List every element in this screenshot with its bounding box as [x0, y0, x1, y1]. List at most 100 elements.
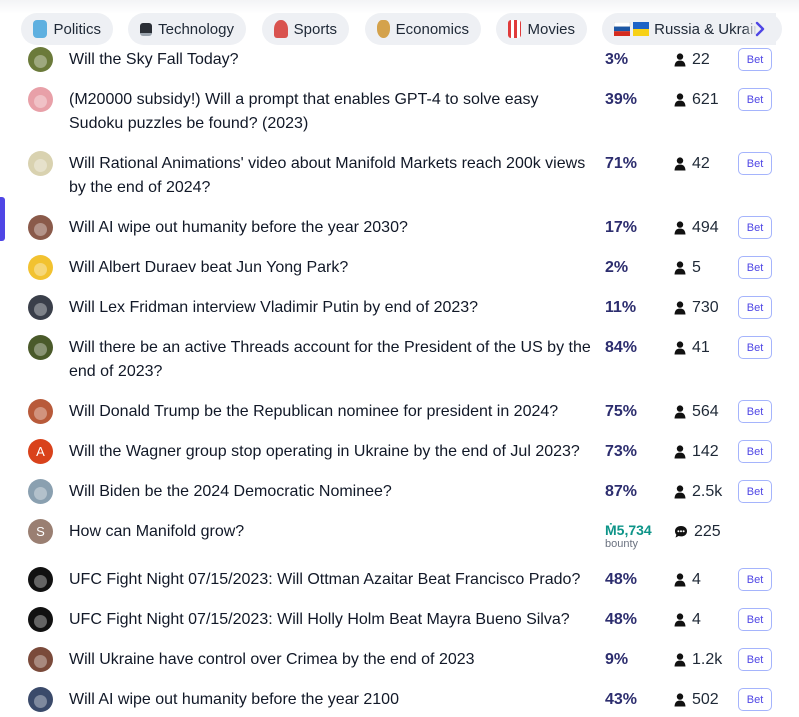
chips-scroll-right-button[interactable] [744, 13, 776, 45]
money-bag-icon [377, 20, 390, 38]
trader-count-value: 4 [692, 571, 701, 588]
bet-button[interactable]: Bet [738, 216, 772, 239]
market-title[interactable]: Will Albert Duraev beat Jun Yong Park? [69, 256, 594, 280]
bet-button[interactable]: Bet [738, 48, 772, 71]
trader-count: 142 [674, 440, 719, 464]
bet-button[interactable]: Bet [738, 648, 772, 671]
chip-technology[interactable]: Technology [128, 13, 246, 45]
market-title[interactable]: Will the Sky Fall Today? [69, 48, 594, 72]
bet-button[interactable]: Bet [738, 440, 772, 463]
chip-sports[interactable]: Sports [262, 13, 349, 45]
trader-count: 5 [674, 256, 701, 280]
person-icon [674, 53, 686, 67]
bounty-amount: Ṁ5,734 bounty [605, 522, 652, 551]
russia-ukraine-flags-icon [614, 20, 649, 38]
bet-button[interactable]: Bet [738, 336, 772, 359]
person-icon [674, 93, 686, 107]
market-title[interactable]: Will Donald Trump be the Republican nomi… [69, 400, 594, 424]
trader-count-value: 22 [692, 51, 710, 68]
active-indicator [0, 197, 5, 241]
creator-avatar[interactable]: S [28, 519, 53, 544]
trader-count-value: 502 [692, 691, 719, 708]
chip-label: Sports [293, 20, 337, 38]
market-title[interactable]: Will Biden be the 2024 Democratic Nomine… [69, 480, 594, 504]
person-icon [674, 157, 686, 171]
creator-avatar[interactable] [28, 607, 53, 632]
creator-avatar[interactable] [28, 255, 53, 280]
market-title[interactable]: Will AI wipe out humanity before the yea… [69, 216, 594, 240]
trader-count: 564 [674, 400, 719, 424]
market-title[interactable]: Will there be an active Threads account … [69, 336, 594, 384]
bet-button[interactable]: Bet [738, 608, 772, 631]
person-icon [674, 485, 686, 499]
person-icon [674, 573, 686, 587]
market-probability: 71% [605, 155, 638, 172]
trader-count-value: 2.5k [692, 483, 723, 500]
market-title[interactable]: (M20000 subsidy!) Will a prompt that ena… [69, 88, 594, 136]
person-icon [674, 221, 686, 235]
market-probability: 43% [605, 691, 638, 708]
chip-label: Politics [53, 20, 101, 38]
bet-button[interactable]: Bet [738, 568, 772, 591]
creator-avatar[interactable] [28, 295, 53, 320]
trader-count-value: 142 [692, 443, 719, 460]
bet-button[interactable]: Bet [738, 400, 772, 423]
market-probability: 11% [605, 299, 637, 316]
market-probability: 75% [605, 403, 638, 420]
market-title[interactable]: How can Manifold grow? [69, 520, 594, 544]
trader-count: 22 [674, 48, 710, 72]
chip-movies[interactable]: Movies [496, 13, 587, 45]
bet-button[interactable]: Bet [738, 256, 772, 279]
market-title[interactable]: Will Lex Fridman interview Vladimir Puti… [69, 296, 594, 320]
creator-avatar[interactable] [28, 647, 53, 672]
trader-count: 494 [674, 216, 719, 240]
creator-avatar[interactable] [28, 567, 53, 592]
trader-count: 621 [674, 88, 719, 112]
chip-label: Movies [527, 20, 575, 38]
comment-count-value: 225 [694, 523, 721, 540]
market-probability: 87% [605, 483, 638, 500]
creator-avatar[interactable] [28, 87, 53, 112]
chip-label: Technology [158, 20, 234, 38]
bounty-label: bounty [605, 538, 639, 550]
bet-button[interactable]: Bet [738, 480, 772, 503]
market-probability: 73% [605, 443, 638, 460]
creator-avatar[interactable] [28, 47, 53, 72]
comment-icon [675, 526, 687, 538]
market-title[interactable]: Will Rational Animations' video about Ma… [69, 152, 594, 200]
person-icon [674, 301, 686, 315]
bet-button[interactable]: Bet [738, 296, 772, 319]
market-probability: 17% [605, 219, 638, 236]
market-probability: 39% [605, 91, 638, 108]
person-icon [674, 261, 686, 275]
creator-avatar[interactable] [28, 687, 53, 712]
trader-count-value: 1.2k [692, 651, 723, 668]
trader-count: 42 [674, 152, 710, 176]
globe-icon [33, 20, 48, 38]
chip-politics[interactable]: Politics [21, 13, 113, 45]
bet-button[interactable]: Bet [738, 152, 772, 175]
trader-count: 730 [674, 296, 719, 320]
creator-avatar[interactable] [28, 335, 53, 360]
trader-count-value: 564 [692, 403, 719, 420]
market-title[interactable]: Will the Wagner group stop operating in … [69, 440, 594, 464]
chip-economics[interactable]: Economics [365, 13, 481, 45]
market-title[interactable]: Will AI wipe out humanity before the yea… [69, 688, 594, 712]
trader-count: 4 [674, 608, 701, 632]
creator-avatar[interactable] [28, 151, 53, 176]
creator-avatar[interactable] [28, 479, 53, 504]
market-probability: 48% [605, 571, 638, 588]
creator-avatar[interactable] [28, 399, 53, 424]
trader-count: 502 [674, 688, 719, 712]
market-title[interactable]: UFC Fight Night 07/15/2023: Will Holly H… [69, 608, 594, 632]
trader-count: 41 [674, 336, 710, 360]
market-title[interactable]: Will Ukraine have control over Crimea by… [69, 648, 594, 672]
bet-button[interactable]: Bet [738, 88, 772, 111]
creator-avatar[interactable] [28, 215, 53, 240]
bet-button[interactable]: Bet [738, 688, 772, 711]
creator-avatar[interactable]: A [28, 439, 53, 464]
market-title[interactable]: UFC Fight Night 07/15/2023: Will Ottman … [69, 568, 594, 592]
person-icon [674, 341, 686, 355]
trader-count-value: 5 [692, 259, 701, 276]
person-icon [674, 653, 686, 667]
